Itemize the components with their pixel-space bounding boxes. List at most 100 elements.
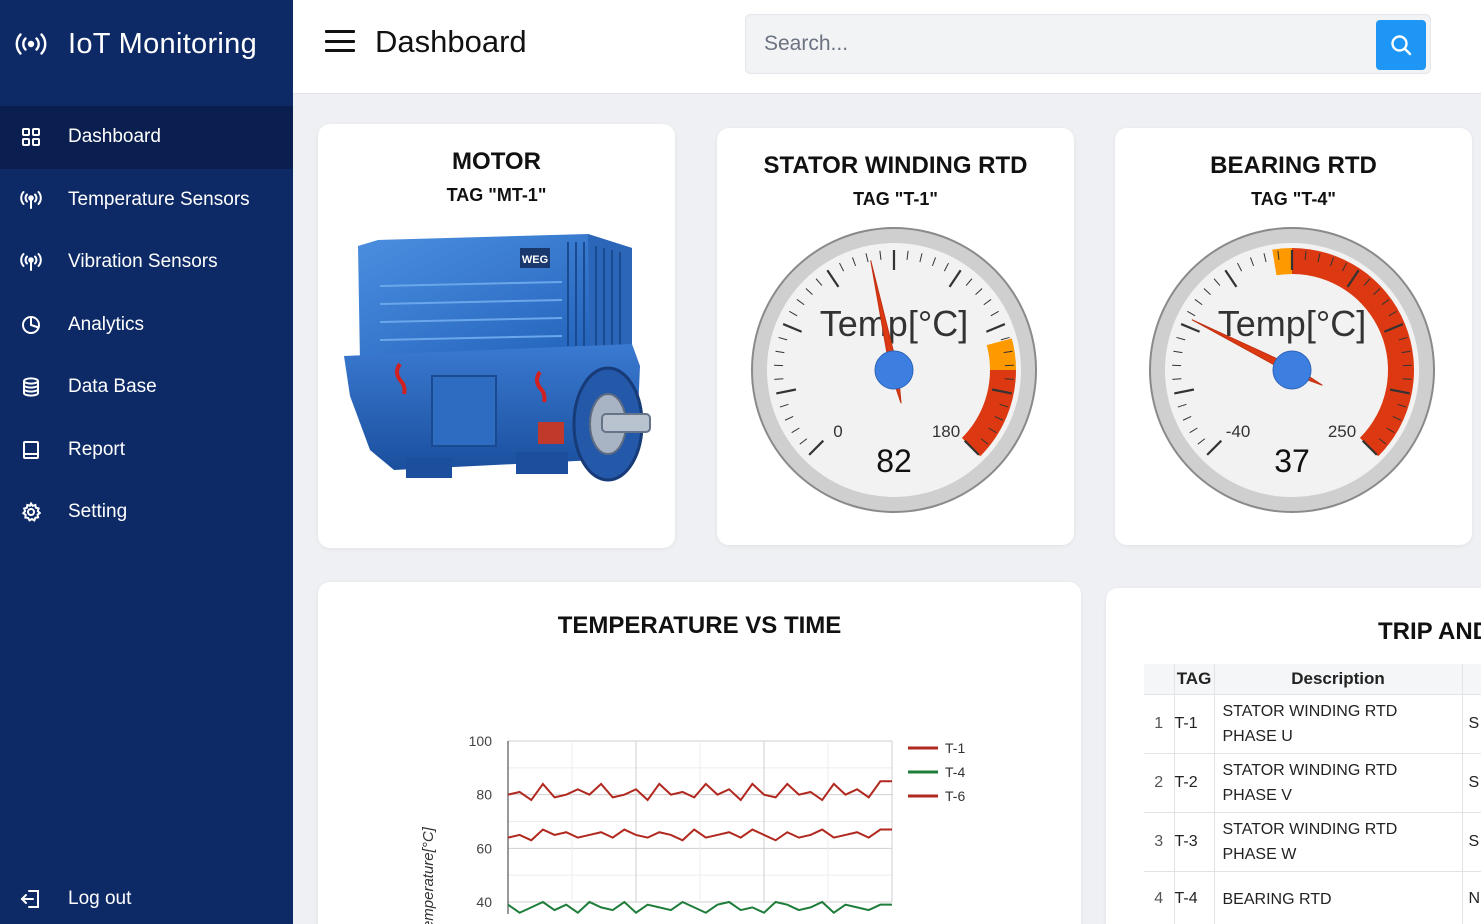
row-index: 3 xyxy=(1144,811,1175,871)
gauge-minor-tick xyxy=(1402,378,1412,380)
table-header-row: TAG Description xyxy=(1144,664,1481,694)
chart-y-tick-label: 60 xyxy=(476,840,492,856)
sidebar-item-label: Vibration Sensors xyxy=(68,251,218,273)
page-title: Dashboard xyxy=(375,24,527,59)
trip-title: TRIP AND xyxy=(1378,618,1481,645)
gauge-hub xyxy=(1272,350,1312,390)
book-icon xyxy=(20,439,42,461)
sidebar-item-label: Report xyxy=(68,438,126,460)
row-tag: T-1 xyxy=(1174,693,1215,753)
col-extra-header xyxy=(1462,664,1481,694)
row-extra: N E xyxy=(1462,870,1481,924)
pie-chart-icon xyxy=(20,314,42,336)
logout-button[interactable]: Log out xyxy=(0,874,293,924)
sidebar-item-label: Temperature Sensors xyxy=(68,188,250,210)
chart-y-tick-label: 80 xyxy=(476,787,492,803)
antenna-icon xyxy=(20,189,42,211)
sidebar-item-analytics[interactable]: Analytics xyxy=(0,294,293,357)
table-row[interactable]: 4 T-4 BEARING RTD N E xyxy=(1144,870,1481,924)
sidebar-item-database[interactable]: Data Base xyxy=(0,356,293,419)
row-tag: T-4 xyxy=(1174,870,1215,924)
sidebar-item-label: Dashboard xyxy=(68,126,161,148)
sidebar-item-label: Setting xyxy=(68,501,128,523)
sidebar-item-vibration-sensors[interactable]: Vibration Sensors xyxy=(0,231,293,294)
search-icon xyxy=(1391,35,1412,56)
app-title: IoT Monitoring xyxy=(68,27,258,60)
legend-label: T-1 xyxy=(945,740,965,756)
motor-title: MOTOR xyxy=(452,148,541,175)
motor-image: WEG xyxy=(344,234,651,482)
gauge-value: 37 xyxy=(1274,443,1310,479)
brand[interactable]: IoT Monitoring xyxy=(0,0,293,88)
temperature-chart-card: TEMPERATURE VS TIME 40 60 80 100 T-1 T-4 T-6 … xyxy=(318,582,1081,924)
menu-toggle-icon[interactable] xyxy=(325,30,355,54)
broadcast-icon xyxy=(14,32,48,56)
chart-y-tick-label: 100 xyxy=(469,733,493,749)
bearing-tag: TAG "T-4" xyxy=(1251,189,1336,209)
stator-tag: TAG "T-1" xyxy=(853,189,938,209)
motor-tag: TAG "MT-1" xyxy=(446,185,547,205)
gauge-minor-tick xyxy=(774,378,784,380)
sidebar-item-label: Data Base xyxy=(68,376,157,398)
legend-label: T-6 xyxy=(945,788,965,804)
logout-icon xyxy=(20,888,42,910)
bearing-title: BEARING RTD xyxy=(1210,152,1377,179)
gauge-minor-tick xyxy=(1172,378,1182,380)
antenna-icon xyxy=(20,251,42,273)
table-row[interactable]: 2 T-2 STATOR WINDING RTD PHASE V S xyxy=(1144,752,1481,812)
stator-title: STATOR WINDING RTD xyxy=(763,152,1028,179)
search-box xyxy=(745,14,1431,74)
gauge-value: 82 xyxy=(876,443,912,479)
legend-label: T-4 xyxy=(945,764,965,780)
gauge-min-label: 0 xyxy=(833,422,842,441)
row-index: 1 xyxy=(1144,693,1175,753)
row-description: STATOR WINDING RTD PHASE U xyxy=(1214,693,1463,753)
trip-table-card: TRIP AND TAG Description 1 T-1 STATOR WI… xyxy=(1106,588,1481,924)
bearing-gauge: Temp[°C] -40 250 37 xyxy=(1149,227,1435,513)
gauge-label: Temp[°C] xyxy=(820,303,968,344)
topbar: Dashboard xyxy=(293,0,1481,94)
search-input[interactable] xyxy=(764,29,1364,59)
sidebar-item-dashboard[interactable]: Dashboard xyxy=(0,106,293,169)
row-extra: S xyxy=(1462,752,1481,812)
row-index: 2 xyxy=(1144,752,1175,812)
logout-label: Log out xyxy=(68,888,132,909)
chart-series-line xyxy=(507,900,892,915)
table-row[interactable]: 1 T-1 STATOR WINDING RTD PHASE U S xyxy=(1144,693,1481,753)
col-index-header xyxy=(1144,664,1175,694)
weg-logo: WEG xyxy=(522,254,548,266)
bearing-gauge-card: BEARING RTD TAG "T-4" Temp[°C] -40 250 3… xyxy=(1115,128,1472,545)
row-tag: T-2 xyxy=(1174,752,1215,812)
sidebar-item-setting[interactable]: Setting xyxy=(0,481,293,544)
col-tag-header[interactable]: TAG xyxy=(1174,664,1215,694)
sidebar: IoT Monitoring Dashboard Temperature Sen… xyxy=(0,0,293,924)
trip-table: TAG Description 1 T-1 STATOR WINDING RTD… xyxy=(1144,664,1481,924)
gauge-min-label: -40 xyxy=(1226,422,1251,441)
stator-gauge: Temp[°C] 0 180 82 xyxy=(751,227,1037,513)
row-extra: S xyxy=(1462,811,1481,871)
row-extra: S xyxy=(1462,693,1481,753)
sidebar-nav: Dashboard Temperature Sensors Vibration … xyxy=(0,106,293,544)
row-index: 4 xyxy=(1144,870,1175,924)
row-description: STATOR WINDING RTD PHASE W xyxy=(1214,811,1463,871)
sidebar-item-label: Analytics xyxy=(68,313,145,335)
gauge-minor-tick xyxy=(1004,378,1014,380)
gauge-hub xyxy=(874,350,914,390)
chart-y-axis-label: Temperature[°C] xyxy=(420,826,437,924)
row-description: BEARING RTD xyxy=(1214,870,1463,924)
gauge-max-label: 180 xyxy=(932,422,960,441)
sidebar-item-report[interactable]: Report xyxy=(0,419,293,482)
gear-icon xyxy=(20,501,42,523)
stator-gauge-card: STATOR WINDING RTD TAG "T-1" Temp[°C] 0 … xyxy=(717,128,1074,545)
col-description-header[interactable]: Description xyxy=(1214,664,1463,694)
table-row[interactable]: 3 T-3 STATOR WINDING RTD PHASE W S xyxy=(1144,811,1481,871)
temperature-chart: 40 60 80 100 T-1 T-4 T-6 Temperature[°C] xyxy=(420,733,965,924)
search-button[interactable] xyxy=(1376,20,1426,70)
chart-y-tick-label: 40 xyxy=(476,894,492,910)
grid-icon xyxy=(20,126,42,148)
motor-card: MOTOR TAG "MT-1" WEG xyxy=(318,124,675,548)
gauge-max-label: 250 xyxy=(1328,422,1356,441)
row-description: STATOR WINDING RTD PHASE V xyxy=(1214,752,1463,812)
sidebar-item-temperature-sensors[interactable]: Temperature Sensors xyxy=(0,169,293,232)
row-tag: T-3 xyxy=(1174,811,1215,871)
